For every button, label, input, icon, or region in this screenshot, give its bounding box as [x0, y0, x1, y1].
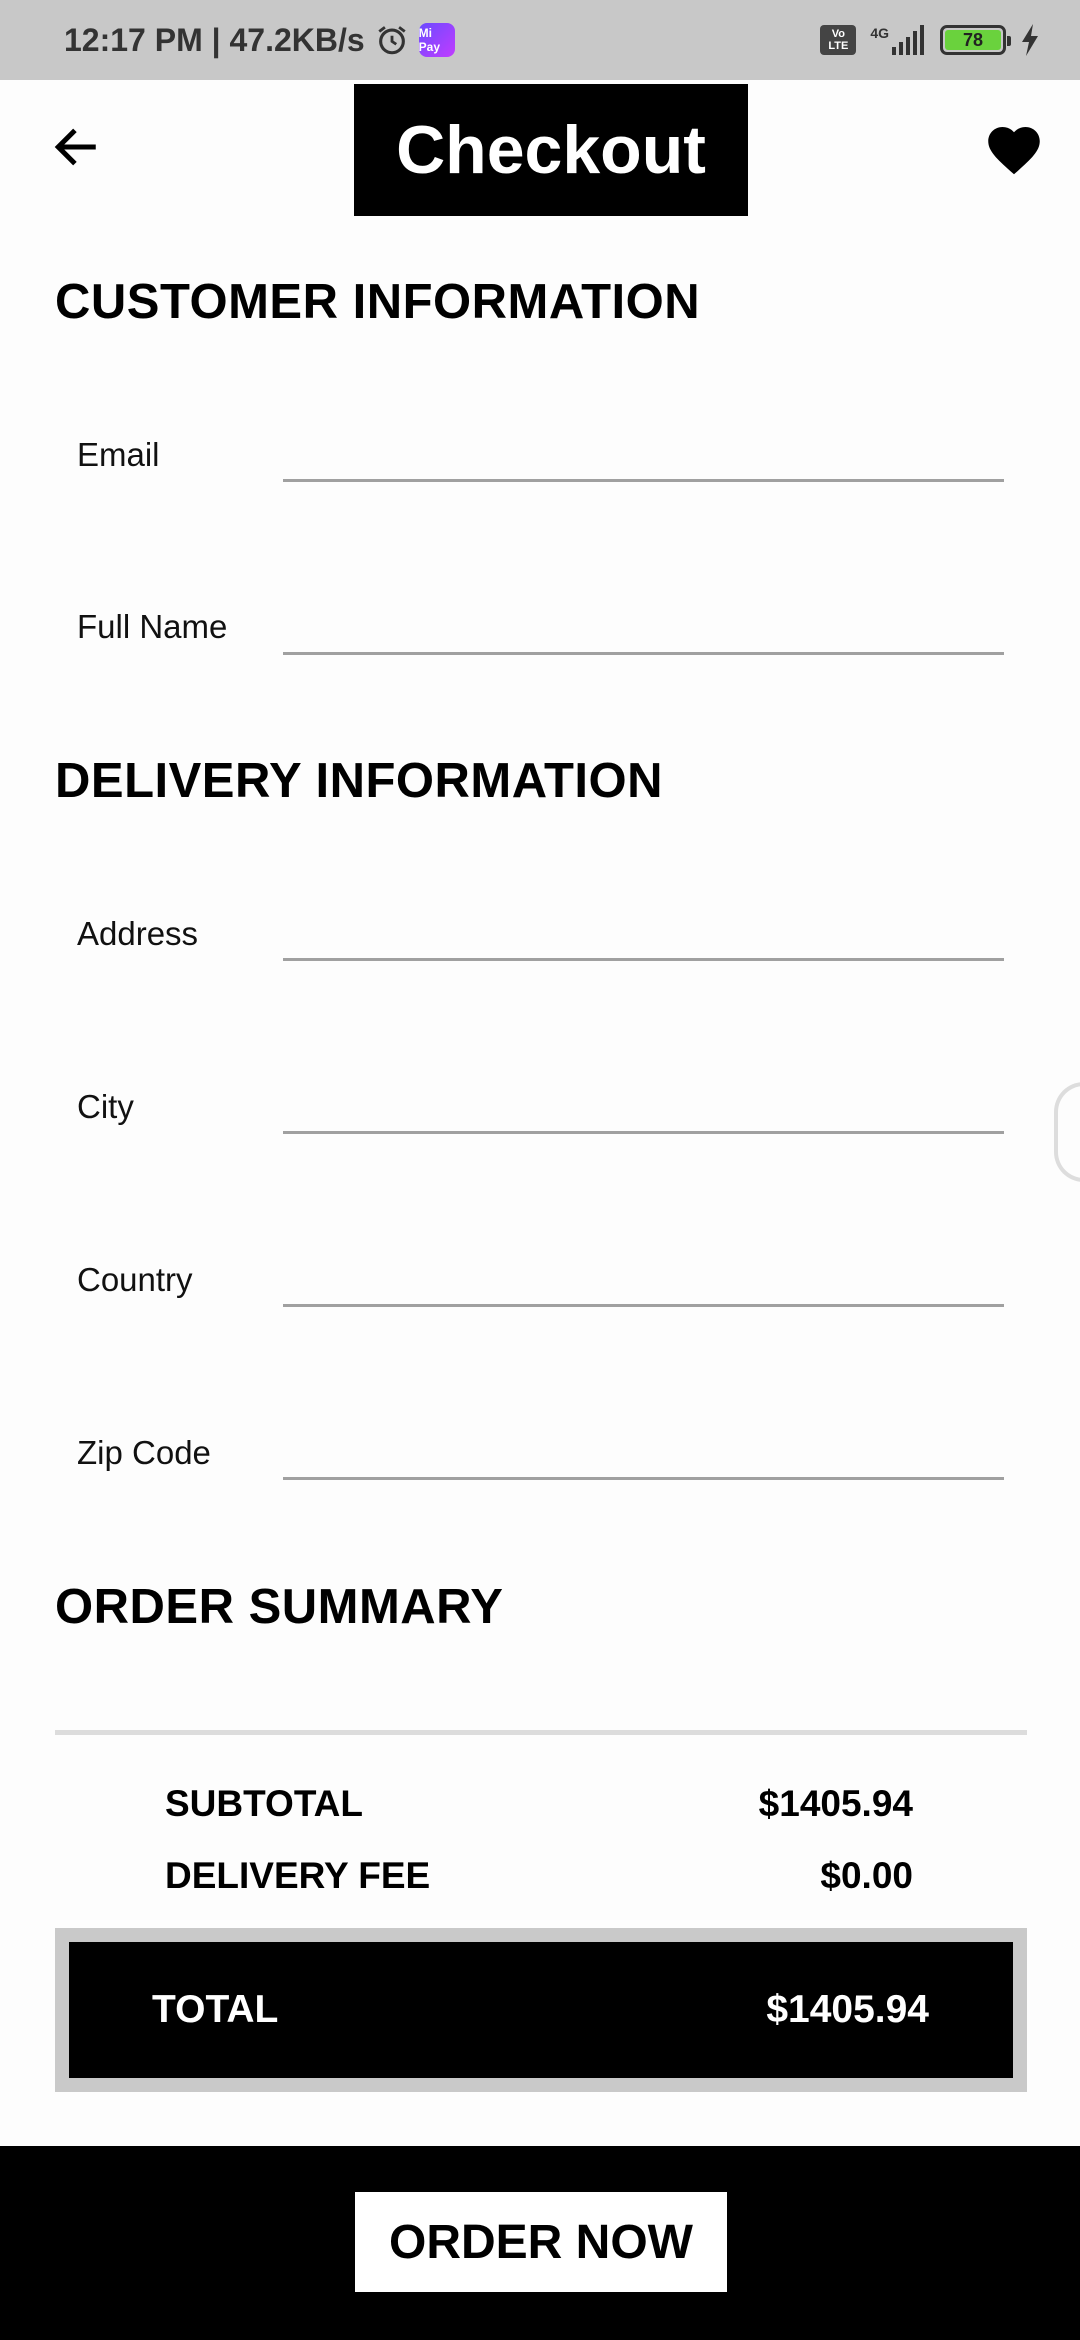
arrow-left-icon	[54, 128, 96, 166]
volte-label: Vo LTE	[828, 28, 849, 52]
status-bar: 12:17 PM | 47.2KB/s Mi Pay Vo LTE 4G 78	[0, 0, 1080, 80]
country-label: Country	[77, 1261, 193, 1298]
address-field[interactable]	[283, 901, 1004, 961]
mipay-label: Mi Pay	[418, 26, 441, 54]
status-left: 12:17 PM | 47.2KB/s Mi Pay	[64, 22, 455, 59]
lightning-bolt-icon	[1022, 24, 1038, 56]
battery-icon: 78	[940, 25, 1011, 55]
delivery-fee-label: DELIVERY FEE	[165, 1855, 431, 1896]
order-now-button[interactable]: ORDER NOW	[355, 2192, 727, 2292]
address-label: Address	[77, 915, 199, 952]
volte-icon: Vo LTE	[820, 25, 857, 55]
total-value: $1405.94	[766, 1988, 929, 2031]
delivery-info-heading: DELIVERY INFORMATION	[55, 754, 664, 808]
zip-code-field[interactable]	[283, 1420, 1004, 1480]
customer-info-heading: CUSTOMER INFORMATION	[55, 275, 701, 329]
city-label: City	[77, 1088, 134, 1125]
zip-code-label: Zip Code	[77, 1434, 211, 1471]
fullname-field[interactable]	[283, 595, 1004, 655]
order-summary-heading: ORDER SUMMARY	[55, 1580, 504, 1634]
country-field[interactable]	[283, 1247, 1004, 1307]
subtotal-label: SUBTOTAL	[165, 1783, 364, 1824]
email-field[interactable]	[283, 422, 1004, 482]
signal-bars-icon	[892, 25, 924, 55]
summary-divider	[55, 1730, 1027, 1735]
network-indicator: 4G	[870, 25, 926, 55]
alarm-clock-icon	[378, 26, 406, 55]
status-right: Vo LTE 4G 78	[820, 24, 1040, 56]
edge-swipe-handle[interactable]	[1054, 1082, 1080, 1182]
subtotal-value: $1405.94	[758, 1783, 913, 1824]
back-button[interactable]	[52, 122, 102, 172]
favorite-button[interactable]	[984, 120, 1044, 176]
fullname-label: Full Name	[77, 608, 228, 645]
page-title: Checkout	[354, 84, 748, 216]
total-label: TOTAL	[152, 1988, 279, 2031]
delivery-fee-value: $0.00	[820, 1855, 913, 1896]
total-box: TOTAL $1405.94	[55, 1928, 1027, 2092]
city-field[interactable]	[283, 1074, 1004, 1134]
network-type: 4G	[870, 25, 889, 41]
battery-level: 78	[945, 30, 1001, 50]
status-time-speed: 12:17 PM | 47.2KB/s	[64, 21, 365, 58]
heart-icon	[988, 127, 1040, 175]
email-label: Email	[77, 436, 160, 473]
mipay-icon: Mi Pay	[418, 23, 455, 57]
total-row: TOTAL $1405.94	[69, 1942, 1013, 2078]
